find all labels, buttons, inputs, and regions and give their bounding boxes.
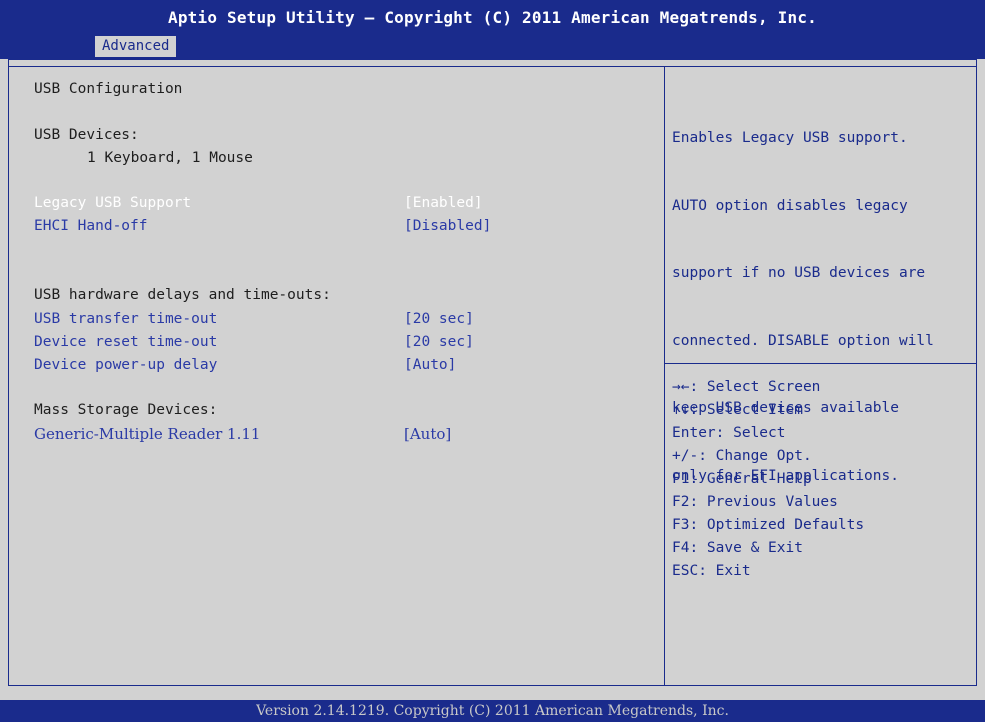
delays-heading: USB hardware delays and time-outs: [34,287,331,303]
setting-device-reset-timeout[interactable]: Device reset time-out [34,333,217,351]
arrows-up-down-icon: ↑↓ [672,402,690,418]
key-optimized-defaults: F3: Optimized Defaults [672,517,865,533]
setting-usb-transfer-timeout[interactable]: USB transfer time-out [34,310,217,328]
key-select-screen: →←: Select Screen [672,379,821,395]
setting-generic-multiple-reader[interactable]: Generic-Multiple Reader 1.11 [34,425,260,443]
key-exit: ESC: Exit [672,563,751,579]
setting-ehci-hand-off[interactable]: EHCI Hand-off [34,217,148,235]
value-ehci-hand-off[interactable]: [Disabled] [404,217,491,235]
key-previous-values: F2: Previous Values [672,494,838,510]
key-legend: →←: Select Screen ↑↓: Select Item Enter:… [672,376,864,583]
value-legacy-usb-support[interactable]: [Enabled] [404,194,483,212]
help-line: connected. DISABLE option will [672,332,934,349]
key-save-exit: F4: Save & Exit [672,540,803,556]
arrows-left-right-icon: →← [672,379,690,395]
key-enter: Enter: Select [672,425,786,441]
key-select-item: ↑↓: Select Item [672,402,803,418]
help-line: Enables Legacy USB support. [672,130,908,146]
value-device-reset-timeout[interactable]: [20 sec] [404,333,474,351]
bios-screen: Aptio Setup Utility – Copyright (C) 2011… [0,0,985,722]
version-text: Version 2.14.1219. Copyright (C) 2011 Am… [256,703,729,719]
tab-advanced[interactable]: Advanced [95,36,177,57]
usb-devices-value: 1 Keyboard, 1 Mouse [87,150,253,166]
frame-top-divider [8,66,977,67]
key-general-help: F1: General Help [672,471,812,487]
setting-device-power-up-delay[interactable]: Device power-up delay [34,356,217,374]
panel-divider [664,66,665,686]
value-usb-transfer-timeout[interactable]: [20 sec] [404,310,474,328]
mass-storage-heading: Mass Storage Devices: [34,402,218,418]
key-change-opt: +/-: Change Opt. [672,448,812,464]
header-bar: Aptio Setup Utility – Copyright (C) 2011… [0,0,985,59]
usb-devices-label: USB Devices: [34,127,139,143]
value-generic-multiple-reader[interactable]: [Auto] [404,425,451,443]
help-line: AUTO option disables legacy [672,197,908,214]
help-line: support if no USB devices are [672,265,926,281]
setting-legacy-usb-support[interactable]: Legacy USB Support [34,194,191,212]
section-title: USB Configuration [34,81,183,97]
app-title: Aptio Setup Utility – Copyright (C) 2011… [168,8,817,27]
footer-bar: Version 2.14.1219. Copyright (C) 2011 Am… [0,700,985,722]
value-device-power-up-delay[interactable]: [Auto] [404,356,456,374]
